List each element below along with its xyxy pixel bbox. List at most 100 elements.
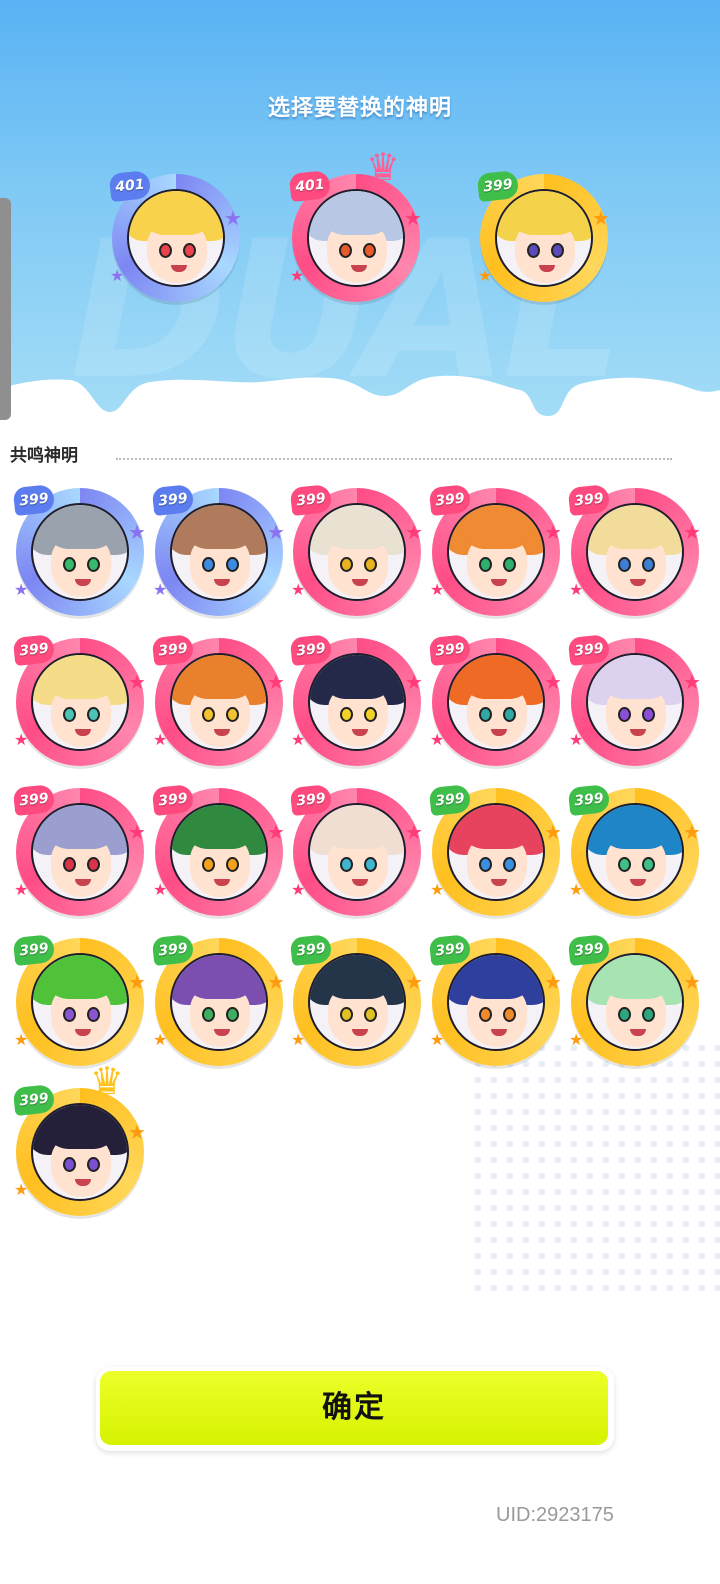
star-icon: ★ bbox=[683, 520, 701, 544]
resonance-section-label: 共鸣神明 bbox=[10, 446, 78, 466]
star-icon: ★ bbox=[569, 730, 584, 749]
resonance-god-16[interactable]: ★ ★ 399 bbox=[12, 933, 146, 1066]
character-portrait bbox=[31, 953, 129, 1051]
star-icon: ★ bbox=[267, 820, 285, 844]
resonance-god-17[interactable]: ★ ★ 399 bbox=[151, 933, 285, 1066]
star-icon: ★ bbox=[569, 880, 584, 899]
character-portrait bbox=[586, 653, 684, 751]
star-icon: ★ bbox=[128, 970, 146, 994]
star-icon: ★ bbox=[290, 266, 305, 285]
star-icon: ★ bbox=[569, 1030, 584, 1049]
character-portrait bbox=[447, 653, 545, 751]
star-icon: ★ bbox=[14, 1180, 29, 1199]
star-icon: ★ bbox=[683, 670, 701, 694]
star-icon: ★ bbox=[592, 206, 610, 230]
resonance-god-14[interactable]: ★ ★ 399 bbox=[428, 783, 562, 916]
star-icon: ★ bbox=[478, 266, 493, 285]
confirm-button-label: 确定 bbox=[100, 1371, 608, 1445]
resonance-god-9[interactable]: ★ ★ 399 bbox=[428, 633, 562, 766]
resonance-god-10[interactable]: ★ ★ 399 bbox=[567, 633, 701, 766]
star-icon: ★ bbox=[267, 670, 285, 694]
star-icon: ★ bbox=[128, 670, 146, 694]
confirm-button[interactable]: 确定 bbox=[96, 1367, 614, 1451]
resonance-god-3[interactable]: ★ ★ 399 bbox=[289, 483, 423, 616]
crown-icon: ♛ bbox=[366, 145, 401, 189]
character-portrait bbox=[170, 953, 268, 1051]
crown-icon: ♛ bbox=[90, 1059, 125, 1103]
star-icon: ★ bbox=[430, 1030, 445, 1049]
resonance-god-18[interactable]: ★ ★ 399 bbox=[289, 933, 423, 1066]
star-icon: ★ bbox=[153, 1030, 168, 1049]
character-portrait bbox=[31, 653, 129, 751]
star-icon: ★ bbox=[14, 580, 29, 599]
selected-god-3[interactable]: ★ ★ 399 bbox=[476, 169, 610, 302]
character-portrait bbox=[170, 803, 268, 901]
star-icon: ★ bbox=[14, 880, 29, 899]
section-divider bbox=[116, 458, 672, 460]
star-icon: ★ bbox=[405, 970, 423, 994]
banner-drip-edge bbox=[0, 375, 720, 420]
star-icon: ★ bbox=[430, 580, 445, 599]
star-icon: ★ bbox=[404, 206, 422, 230]
character-portrait bbox=[586, 503, 684, 601]
star-icon: ★ bbox=[683, 820, 701, 844]
resonance-god-19[interactable]: ★ ★ 399 bbox=[428, 933, 562, 1066]
resonance-god-15[interactable]: ★ ★ 399 bbox=[567, 783, 701, 916]
resonance-god-13[interactable]: ★ ★ 399 bbox=[289, 783, 423, 916]
resonance-god-6[interactable]: ★ ★ 399 bbox=[12, 633, 146, 766]
star-icon: ★ bbox=[153, 880, 168, 899]
character-portrait bbox=[447, 953, 545, 1051]
star-icon: ★ bbox=[153, 730, 168, 749]
star-icon: ★ bbox=[683, 970, 701, 994]
star-icon: ★ bbox=[128, 520, 146, 544]
character-portrait bbox=[308, 503, 406, 601]
resonance-god-1[interactable]: ★ ★ 399 bbox=[12, 483, 146, 616]
star-icon: ★ bbox=[110, 266, 125, 285]
star-icon: ★ bbox=[128, 820, 146, 844]
character-portrait bbox=[308, 953, 406, 1051]
character-portrait bbox=[31, 1103, 129, 1201]
star-icon: ★ bbox=[405, 520, 423, 544]
star-icon: ★ bbox=[291, 730, 306, 749]
star-icon: ★ bbox=[544, 820, 562, 844]
character-portrait bbox=[586, 953, 684, 1051]
resonance-god-20[interactable]: ★ ★ 399 bbox=[567, 933, 701, 1066]
star-icon: ★ bbox=[291, 880, 306, 899]
character-portrait bbox=[31, 503, 129, 601]
star-icon: ★ bbox=[14, 730, 29, 749]
character-portrait bbox=[308, 653, 406, 751]
resonance-god-4[interactable]: ★ ★ 399 bbox=[428, 483, 562, 616]
star-icon: ★ bbox=[291, 580, 306, 599]
resonance-god-2[interactable]: ★ ★ 399 bbox=[151, 483, 285, 616]
star-icon: ★ bbox=[153, 580, 168, 599]
star-icon: ★ bbox=[569, 580, 584, 599]
star-icon: ★ bbox=[128, 1120, 146, 1144]
side-drawer-handle[interactable] bbox=[0, 198, 11, 420]
star-icon: ★ bbox=[267, 520, 285, 544]
resonance-god-5[interactable]: ★ ★ 399 bbox=[567, 483, 701, 616]
selected-god-2[interactable]: ★ ★ 401 ♛ bbox=[288, 148, 422, 302]
character-portrait bbox=[308, 803, 406, 901]
star-icon: ★ bbox=[430, 730, 445, 749]
star-icon: ★ bbox=[405, 820, 423, 844]
star-icon: ★ bbox=[14, 1030, 29, 1049]
resonance-god-7[interactable]: ★ ★ 399 bbox=[151, 633, 285, 766]
star-icon: ★ bbox=[267, 970, 285, 994]
page-title: 选择要替换的神明 bbox=[267, 96, 452, 121]
star-icon: ★ bbox=[224, 206, 242, 230]
selected-god-1[interactable]: ★ ★ 401 bbox=[108, 169, 242, 302]
star-icon: ★ bbox=[544, 520, 562, 544]
character-portrait bbox=[495, 189, 593, 287]
resonance-god-21[interactable]: ★ ★ 399 ♛ bbox=[12, 1062, 146, 1216]
resonance-god-11[interactable]: ★ ★ 399 bbox=[12, 783, 146, 916]
background-dot-pattern bbox=[470, 1040, 720, 1300]
character-portrait bbox=[31, 803, 129, 901]
uid-label: UID:2923175 bbox=[496, 1504, 614, 1526]
star-icon: ★ bbox=[291, 1030, 306, 1049]
resonance-god-12[interactable]: ★ ★ 399 bbox=[151, 783, 285, 916]
character-portrait bbox=[586, 803, 684, 901]
star-icon: ★ bbox=[544, 670, 562, 694]
resonance-god-8[interactable]: ★ ★ 399 bbox=[289, 633, 423, 766]
character-portrait bbox=[447, 503, 545, 601]
star-icon: ★ bbox=[544, 970, 562, 994]
